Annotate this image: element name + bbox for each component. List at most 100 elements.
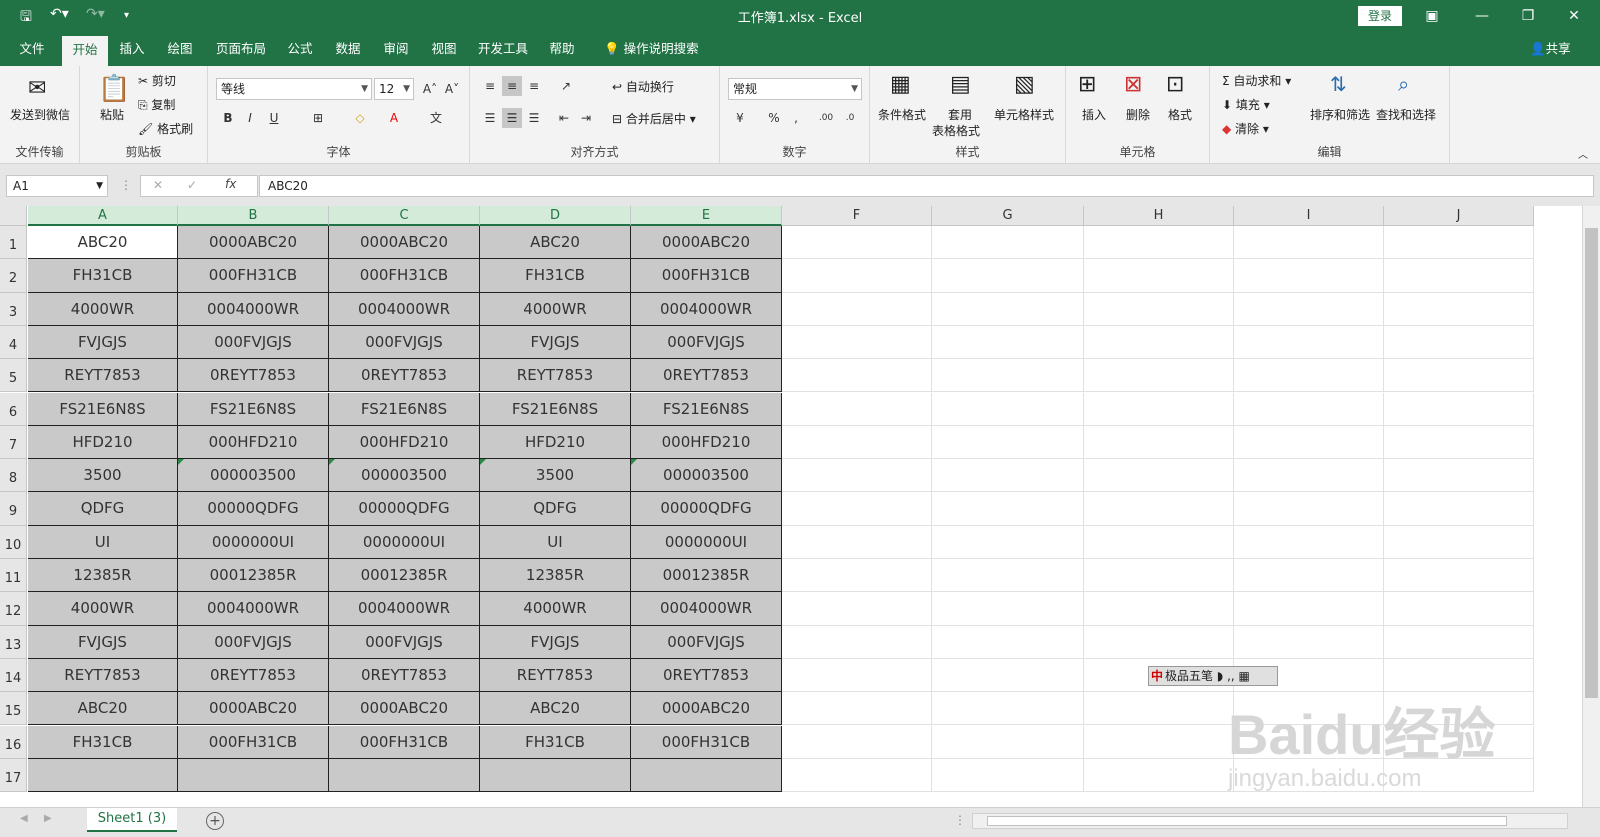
cell-d9[interactable]: QDFG bbox=[480, 492, 631, 526]
cell-a3[interactable]: 4000WR bbox=[28, 292, 178, 326]
cell-b15[interactable]: 0000ABC20 bbox=[178, 692, 329, 726]
cell-b7[interactable]: 000HFD210 bbox=[178, 425, 329, 460]
format-painter-button[interactable]: 🖌 格式刷 bbox=[138, 120, 193, 137]
select-all-corner[interactable] bbox=[0, 206, 27, 226]
row-header-1[interactable]: 1 bbox=[0, 226, 27, 260]
cell-g14[interactable] bbox=[932, 658, 1084, 693]
cell-h17[interactable] bbox=[1084, 758, 1234, 793]
cell-g11[interactable] bbox=[932, 559, 1084, 593]
decrease-decimal-icon[interactable]: .0 bbox=[840, 108, 860, 128]
cell-d10[interactable]: UI bbox=[480, 525, 631, 559]
cell-h5[interactable] bbox=[1084, 359, 1234, 393]
conditional-format-icon[interactable]: ▦ bbox=[890, 72, 911, 97]
delete-cells-button[interactable]: 删除 bbox=[1126, 106, 1150, 123]
tab-draw[interactable]: 绘图 bbox=[160, 32, 200, 66]
cell-d11[interactable]: 12385R bbox=[480, 559, 631, 593]
font-size-combo[interactable]: 12 ▼ bbox=[374, 78, 414, 100]
cell-i11[interactable] bbox=[1234, 559, 1384, 593]
cell-d16[interactable]: FH31CB bbox=[480, 725, 631, 759]
cell-a7[interactable]: HFD210 bbox=[28, 425, 178, 460]
bold-button[interactable]: B bbox=[218, 108, 238, 128]
row-header-9[interactable]: 9 bbox=[0, 492, 27, 526]
cell-g3[interactable] bbox=[932, 292, 1084, 326]
cell-e12[interactable]: 0004000WR bbox=[631, 592, 782, 626]
row-header-6[interactable]: 6 bbox=[0, 392, 27, 426]
align-center-icon[interactable]: ☰ bbox=[502, 108, 522, 128]
tab-home[interactable]: 开始 bbox=[62, 36, 108, 66]
cell-a1[interactable]: ABC20 bbox=[28, 226, 178, 260]
cell-b9[interactable]: 00000QDFG bbox=[178, 492, 329, 526]
formula-input[interactable]: ABC20 bbox=[259, 175, 1594, 197]
cell-d14[interactable]: REYT7853 bbox=[480, 658, 631, 693]
tab-formulas[interactable]: 公式 bbox=[280, 32, 320, 66]
cell-i6[interactable] bbox=[1234, 392, 1384, 426]
row-header-16[interactable]: 16 bbox=[0, 725, 27, 759]
format-cells-button[interactable]: 格式 bbox=[1168, 106, 1192, 123]
cell-j3[interactable] bbox=[1384, 292, 1534, 326]
italic-button[interactable]: I bbox=[240, 108, 260, 128]
align-left-icon[interactable]: ☰ bbox=[480, 108, 500, 128]
column-header-h[interactable]: H bbox=[1084, 206, 1234, 226]
cell-a4[interactable]: FVJGJS bbox=[28, 325, 178, 360]
cell-h8[interactable] bbox=[1084, 459, 1234, 493]
cell-e10[interactable]: 0000000UI bbox=[631, 525, 782, 559]
cell-f14[interactable] bbox=[782, 658, 932, 693]
cell-j2[interactable] bbox=[1384, 259, 1534, 293]
align-top-icon[interactable]: ≡ bbox=[480, 76, 500, 96]
cell-i7[interactable] bbox=[1234, 425, 1384, 460]
share-button[interactable]: 👤共享 bbox=[1530, 32, 1571, 66]
cell-b13[interactable]: 000FVJGJS bbox=[178, 625, 329, 659]
column-header-a[interactable]: A bbox=[28, 206, 178, 226]
format-cells-icon[interactable]: ⊡ bbox=[1166, 72, 1184, 97]
cell-d15[interactable]: ABC20 bbox=[480, 692, 631, 726]
cell-h12[interactable] bbox=[1084, 592, 1234, 626]
cell-f10[interactable] bbox=[782, 525, 932, 559]
cell-a15[interactable]: ABC20 bbox=[28, 692, 178, 726]
cell-c12[interactable]: 0004000WR bbox=[329, 592, 480, 626]
cell-e7[interactable]: 000HFD210 bbox=[631, 425, 782, 460]
cell-d4[interactable]: FVJGJS bbox=[480, 325, 631, 360]
underline-button[interactable]: U bbox=[264, 108, 284, 128]
cell-b17[interactable] bbox=[178, 758, 329, 793]
borders-icon[interactable]: ⊞ bbox=[308, 108, 328, 128]
cell-b12[interactable]: 0004000WR bbox=[178, 592, 329, 626]
cell-j12[interactable] bbox=[1384, 592, 1534, 626]
cell-j9[interactable] bbox=[1384, 492, 1534, 526]
column-header-g[interactable]: G bbox=[932, 206, 1084, 226]
increase-decimal-icon[interactable]: .00 bbox=[816, 108, 836, 128]
cell-a13[interactable]: FVJGJS bbox=[28, 625, 178, 659]
cell-e15[interactable]: 0000ABC20 bbox=[631, 692, 782, 726]
cell-g5[interactable] bbox=[932, 359, 1084, 393]
cell-c3[interactable]: 0004000WR bbox=[329, 292, 480, 326]
tab-insert[interactable]: 插入 bbox=[112, 32, 152, 66]
percent-icon[interactable]: % bbox=[764, 108, 784, 128]
cell-f11[interactable] bbox=[782, 559, 932, 593]
phonetic-icon[interactable]: 文 bbox=[426, 108, 446, 128]
cell-h10[interactable] bbox=[1084, 525, 1234, 559]
cell-g1[interactable] bbox=[932, 226, 1084, 260]
cell-d13[interactable]: FVJGJS bbox=[480, 625, 631, 659]
column-header-j[interactable]: J bbox=[1384, 206, 1534, 226]
cell-i12[interactable] bbox=[1234, 592, 1384, 626]
cut-button[interactable]: ✂ 剪切 bbox=[138, 72, 176, 89]
row-header-7[interactable]: 7 bbox=[0, 425, 27, 460]
cell-h7[interactable] bbox=[1084, 425, 1234, 460]
column-header-b[interactable]: B bbox=[178, 206, 329, 226]
cell-j5[interactable] bbox=[1384, 359, 1534, 393]
cell-i4[interactable] bbox=[1234, 325, 1384, 360]
ime-halfwidth-icon[interactable]: ◗ ‚‚ ▦ bbox=[1217, 669, 1250, 683]
cell-c8[interactable]: 000003500 bbox=[329, 459, 480, 493]
autosum-button[interactable]: Σ 自动求和 ▾ bbox=[1222, 72, 1291, 89]
cell-j6[interactable] bbox=[1384, 392, 1534, 426]
column-header-d[interactable]: D bbox=[480, 206, 631, 226]
tab-file[interactable]: 文件 bbox=[12, 32, 52, 66]
cell-g7[interactable] bbox=[932, 425, 1084, 460]
column-header-i[interactable]: I bbox=[1234, 206, 1384, 226]
cell-i13[interactable] bbox=[1234, 625, 1384, 659]
cell-e5[interactable]: 0REYT7853 bbox=[631, 359, 782, 393]
cell-b6[interactable]: FS21E6N8S bbox=[178, 392, 329, 426]
cell-b11[interactable]: 00012385R bbox=[178, 559, 329, 593]
row-header-12[interactable]: 12 bbox=[0, 592, 27, 626]
align-right-icon[interactable]: ☰ bbox=[524, 108, 544, 128]
tab-view[interactable]: 视图 bbox=[424, 32, 464, 66]
